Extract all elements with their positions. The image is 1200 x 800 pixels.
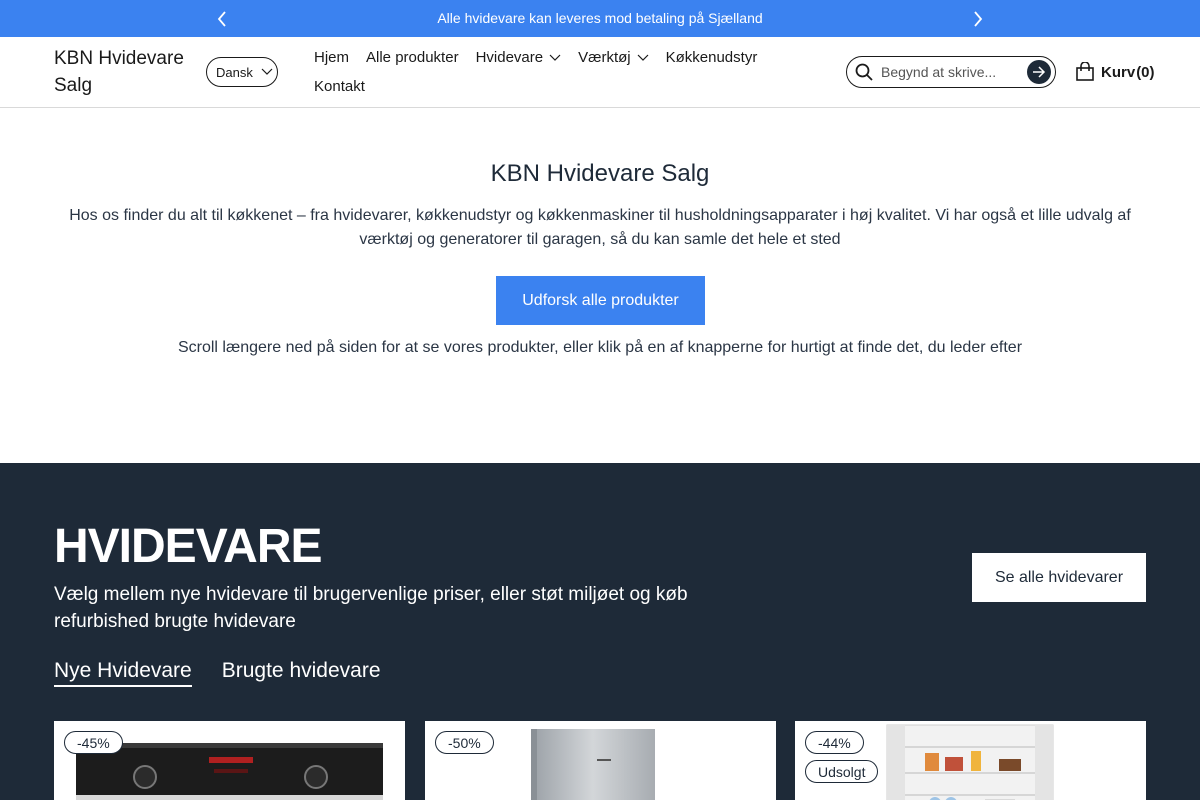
announcement-bar: Alle hvidevare kan leveres mod betaling … [0, 0, 1200, 37]
discount-badge: -44% [805, 731, 864, 754]
main-nav: Hjem Alle produkter Hvidevare Værktøj Køkken… [314, 43, 794, 101]
see-all-button[interactable]: Se alle hvidevarer [972, 553, 1146, 602]
discount-badge: -45% [64, 731, 123, 754]
arrow-right-icon [1033, 66, 1046, 78]
cart-button[interactable]: Kurv (0) [1075, 62, 1155, 82]
nav-item-label: Hjem [314, 49, 350, 66]
chevron-down-icon [637, 54, 649, 61]
product-tabs: Nye Hvidevare Brugte hvidevare [54, 659, 381, 687]
language-label: Dansk [216, 64, 253, 80]
nav-item-kontakt[interactable]: Kontakt [314, 72, 365, 101]
cart-count: (0) [1136, 63, 1155, 81]
tab-nye-hvidevare[interactable]: Nye Hvidevare [54, 659, 192, 687]
shopping-bag-icon [1076, 62, 1094, 81]
chevron-right-icon [974, 11, 983, 27]
cart-label: Kurv [1101, 63, 1136, 81]
product-card[interactable]: -50% [425, 721, 776, 800]
hero-description: Hos os finder du alt til køkkenet – fra … [69, 207, 1131, 248]
hero-note: Scroll længere ned på siden for at se vo… [177, 339, 1023, 356]
chevron-down-icon [261, 68, 273, 75]
nav-item-hvidevare[interactable]: Hvidevare [476, 43, 562, 72]
language-selector[interactable]: Dansk [206, 57, 278, 87]
nav-item-vaerktoej[interactable]: Værktøj [578, 43, 649, 72]
announcement-text: Alle hvidevare kan leveres mod betaling … [437, 10, 763, 26]
nav-item-hjem[interactable]: Hjem [314, 43, 349, 72]
hero-title: KBN Hvidevare Salg [490, 160, 710, 187]
search-box [846, 56, 1056, 88]
nav-item-koekkenudstyr[interactable]: Køkkenudstyr [666, 43, 758, 72]
hvidevare-section: HVIDEVARE Vælg mellem nye hvidevare til … [0, 463, 1200, 800]
site-logo[interactable]: KBN Hvidevare Salg [54, 45, 194, 99]
discount-badge: -50% [435, 731, 494, 754]
nav-item-label: Kontakt [314, 78, 365, 95]
nav-item-label: Køkkenudstyr [665, 49, 758, 66]
section-title: HVIDEVARE [54, 520, 322, 573]
explore-products-button[interactable]: Udforsk alle produkter [496, 276, 705, 325]
site-header: KBN Hvidevare Salg Dansk Hjem Alle produk… [0, 37, 1200, 108]
product-card[interactable]: -45% [54, 721, 405, 800]
product-card[interactable]: -44% Udsolgt [795, 721, 1146, 800]
tab-brugte-hvidevare[interactable]: Brugte hvidevare [222, 659, 381, 687]
next-announcement-button[interactable] [968, 9, 988, 29]
nav-item-label: Hvidevare [475, 49, 544, 66]
nav-item-label: Alle produkter [366, 49, 459, 66]
search-submit-button[interactable] [1027, 60, 1051, 84]
search-input[interactable] [881, 62, 1021, 82]
nav-item-alle-produkter[interactable]: Alle produkter [366, 43, 459, 72]
nav-item-label: Værktøj [578, 49, 631, 66]
sold-out-badge: Udsolgt [805, 760, 879, 783]
section-subtitle: Vælg mellem nye hvidevare til brugervenl… [54, 584, 688, 632]
chevron-down-icon [549, 54, 561, 61]
search-icon [855, 63, 873, 81]
